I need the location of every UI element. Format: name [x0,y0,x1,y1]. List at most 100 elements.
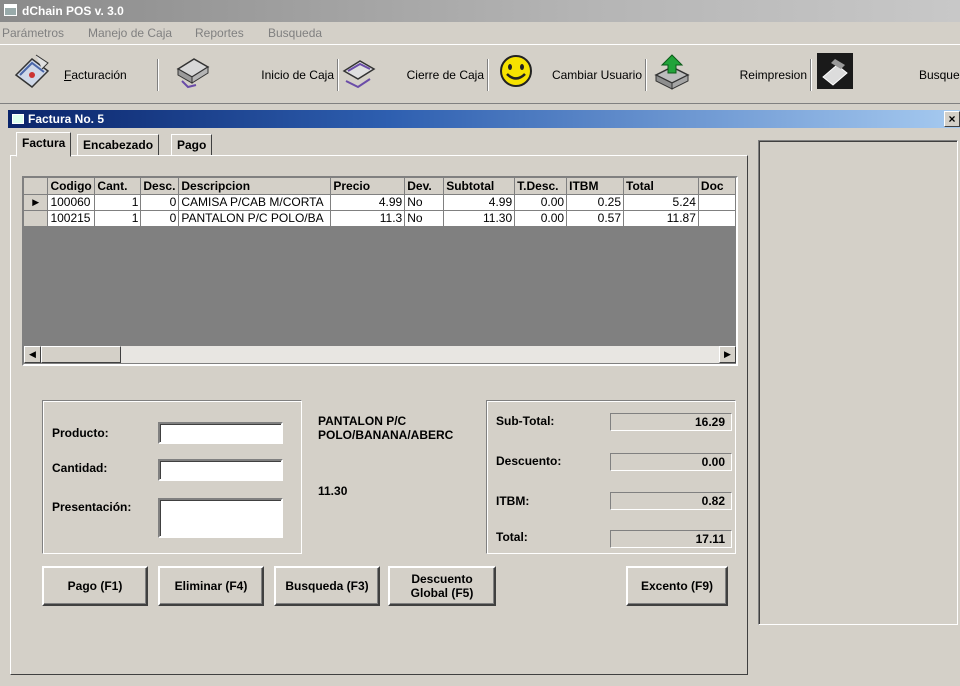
descuento-label: Descuento: [496,454,562,468]
cell-cant[interactable]: 1 [94,210,142,227]
invoice-window-title-bar[interactable]: Factura No. 5 × [8,110,960,128]
column-header-subtotal[interactable]: Subtotal [443,178,516,195]
column-header-descripcion[interactable]: Descripcion [178,178,332,195]
descuento-global-button[interactable]: Descuento Global (F5) [388,566,496,606]
grid-horizontal-scrollbar[interactable]: ◀ ▶ [24,346,736,363]
subtotal-value: 16.29 [610,413,732,431]
table-row[interactable]: ▶ 100060 1 0 CAMISA P/CAB M/CORTA 4.99 N… [24,194,736,211]
cell-subtotal[interactable]: 4.99 [443,194,516,211]
selected-product-name-line1: PANTALON P/C [318,414,407,428]
tab-encabezado[interactable]: Encabezado [77,134,160,156]
menu-parametros[interactable]: Parámetros [2,26,64,40]
itbm-value: 0.82 [610,492,732,510]
descuento-global-line1: Descuento [411,572,473,586]
cambiar-usuario-label: Cambiar Usuario [551,68,642,82]
toolbar-cierre-de-caja-button[interactable]: Cierre de Caja [338,59,488,91]
invoice-icon [14,54,50,88]
toolbar-reimpresion-button[interactable]: Reimpresion [646,59,811,91]
tab-pago[interactable]: Pago [171,134,213,156]
table-row[interactable]: 100215 1 0 PANTALON P/C POLO/BA 11.3 No … [24,210,736,227]
column-header-codigo[interactable]: Codigo [47,178,96,195]
cell-total[interactable]: 11.87 [623,210,699,227]
busqueda-button[interactable]: Busqueda (F3) [274,566,380,606]
main-toolbar: Facturación Inicio de Caja Cierre de Caj… [0,44,960,104]
producto-label: Producto: [52,426,109,440]
cantidad-label: Cantidad: [52,461,108,475]
cierre-de-caja-label: Cierre de Caja [406,68,484,82]
pago-button[interactable]: Pago (F1) [42,566,148,606]
toolbar-facturacion-button[interactable]: Facturación [58,59,158,91]
menu-busqueda[interactable]: Busqueda [268,26,322,40]
eliminar-button[interactable]: Eliminar (F4) [158,566,264,606]
toolbar-inicio-de-caja-button[interactable]: Inicio de Caja [158,59,338,91]
invoice-items-table: Codigo Cant. Desc. Descripcion Precio De… [24,178,736,227]
cell-codigo[interactable]: 100060 [47,194,96,211]
invoice-window-icon [12,114,24,124]
invoice-window-title: Factura No. 5 [28,112,105,126]
column-header-desc[interactable]: Desc. [140,178,180,195]
tab-factura[interactable]: Factura [16,132,72,157]
cell-dev[interactable]: No [404,194,445,211]
presentacion-input[interactable] [158,498,283,538]
row-indicator [24,210,49,227]
cell-itbm[interactable]: 0.25 [566,194,625,211]
cell-codigo[interactable]: 100215 [47,210,96,227]
cell-total[interactable]: 5.24 [623,194,699,211]
busqueda-label: Busqueda [918,68,960,82]
descuento-global-line2: Global (F5) [410,586,474,600]
cell-doc[interactable] [698,210,736,227]
column-header-cant[interactable]: Cant. [94,178,142,195]
current-row-indicator-icon: ▶ [24,194,49,211]
cell-tdesc[interactable]: 0.00 [514,194,568,211]
scrollbar-thumb[interactable] [41,346,121,363]
app-title: dChain POS v. 3.0 [22,4,124,18]
toolbar-cambiar-usuario-button[interactable]: Cambiar Usuario [488,59,646,91]
column-header-dev[interactable]: Dev. [404,178,445,195]
cell-cant[interactable]: 1 [94,194,142,211]
column-header-doc[interactable]: Doc [698,178,736,195]
presentacion-label: Presentación: [52,500,132,514]
scroll-right-icon[interactable]: ▶ [719,346,736,363]
cell-doc[interactable] [698,194,736,211]
itbm-label: ITBM: [496,494,530,508]
cell-itbm[interactable]: 0.57 [566,210,625,227]
cell-tdesc[interactable]: 0.00 [514,210,568,227]
menu-bar: Parámetros Manejo de Caja Reportes Busqu… [0,22,960,44]
cell-precio[interactable]: 11.3 [330,210,406,227]
column-header-precio[interactable]: Precio [330,178,406,195]
right-side-panel [758,140,958,625]
cell-descripcion[interactable]: CAMISA P/CAB M/CORTA [178,194,332,211]
app-title-bar[interactable]: dChain POS v. 3.0 [0,0,960,22]
grid-corner-cell [24,178,49,195]
cell-descripcion[interactable]: PANTALON P/C POLO/BA [178,210,332,227]
facturacion-label: Facturación [64,68,127,82]
total-label: Total: [496,530,528,544]
toolbar-busqueda-button[interactable]: Busqueda [855,59,960,91]
cell-desc[interactable]: 0 [140,210,180,227]
column-header-tdesc[interactable]: T.Desc. [514,178,568,195]
menu-reportes[interactable]: Reportes [195,26,244,40]
excento-button[interactable]: Excento (F9) [626,566,728,606]
cell-subtotal[interactable]: 11.30 [443,210,516,227]
search-icon [817,53,853,89]
selected-product-price: 11.30 [318,484,348,498]
menu-manejo-de-caja[interactable]: Manejo de Caja [88,26,172,40]
producto-input[interactable] [158,422,283,444]
close-icon[interactable]: × [944,111,960,127]
cell-precio[interactable]: 4.99 [330,194,406,211]
cell-desc[interactable]: 0 [140,194,180,211]
cantidad-input[interactable] [158,459,283,481]
scroll-left-icon[interactable]: ◀ [24,346,41,363]
invoice-items-grid[interactable]: Codigo Cant. Desc. Descripcion Precio De… [22,176,738,366]
column-header-itbm[interactable]: ITBM [566,178,625,195]
grid-empty-area [24,229,736,349]
reimpresion-label: Reimpresion [739,68,807,82]
descuento-value: 0.00 [610,453,732,471]
grid-header-row: Codigo Cant. Desc. Descripcion Precio De… [24,178,736,195]
column-header-total[interactable]: Total [623,178,699,195]
selected-product-name-line2: POLO/BANANA/ABERC [318,428,454,442]
inicio-de-caja-label: Inicio de Caja [261,68,334,82]
cell-dev[interactable]: No [404,210,445,227]
total-value: 17.11 [610,530,732,548]
subtotal-label: Sub-Total: [496,414,555,428]
